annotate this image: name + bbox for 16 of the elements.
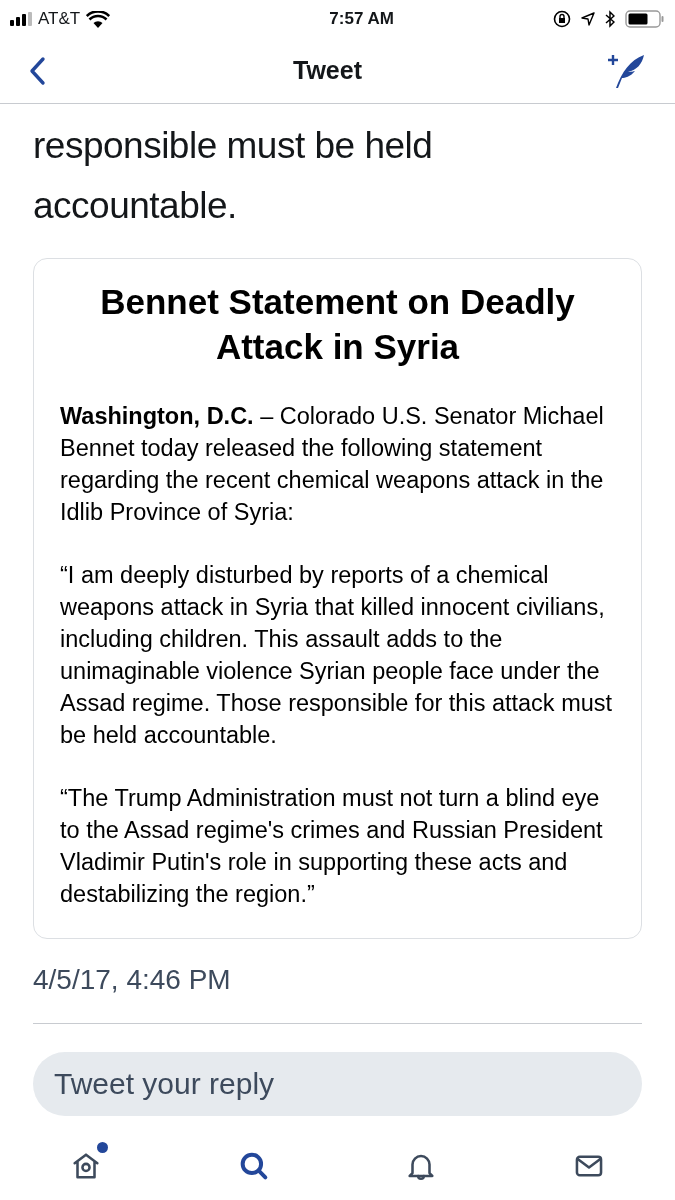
screen-title: Tweet (293, 54, 362, 86)
statement-title: Bennet Statement on Deadly Attack in Syria (99, 281, 576, 368)
clock-time: 7:57 AM (329, 8, 394, 31)
battery-icon (625, 10, 665, 28)
statement-paragraph: “I am deeply disturbed by reports of a chemical weapons attack in Syria that killed innocent civilians, including children. This assault adds to the unimaginable violence Syrian people face under the Assad regime. Those responsible for this attack must be held accountable. (60, 561, 614, 750)
wifi-icon (86, 10, 111, 28)
location-icon (581, 12, 595, 26)
statement-paragraph: “The Trump Administration must not turn a blind eye to the Assad regime's crimes and Russian President Vladimir Putin's role in supporting these acts and destabilizing the region.” (60, 784, 604, 909)
rotation-lock-icon (553, 10, 571, 28)
carrier-name: AT&T (38, 8, 81, 31)
bluetooth-icon (605, 10, 615, 28)
reply-field[interactable]: Tweet your reply (33, 1052, 642, 1116)
tweet-timestamp: 4/5/17, 4:46 PM (33, 963, 232, 997)
signal-icon (10, 12, 32, 26)
tweet-text: responsible must be held accountable. (33, 124, 434, 228)
statement-paragraph: Washington, D.C. – Colorado U.S. Senator Michael Bennet today released the following statement regarding the recent chemical weapons attack in the Idlib Province of Syria: (60, 402, 605, 527)
